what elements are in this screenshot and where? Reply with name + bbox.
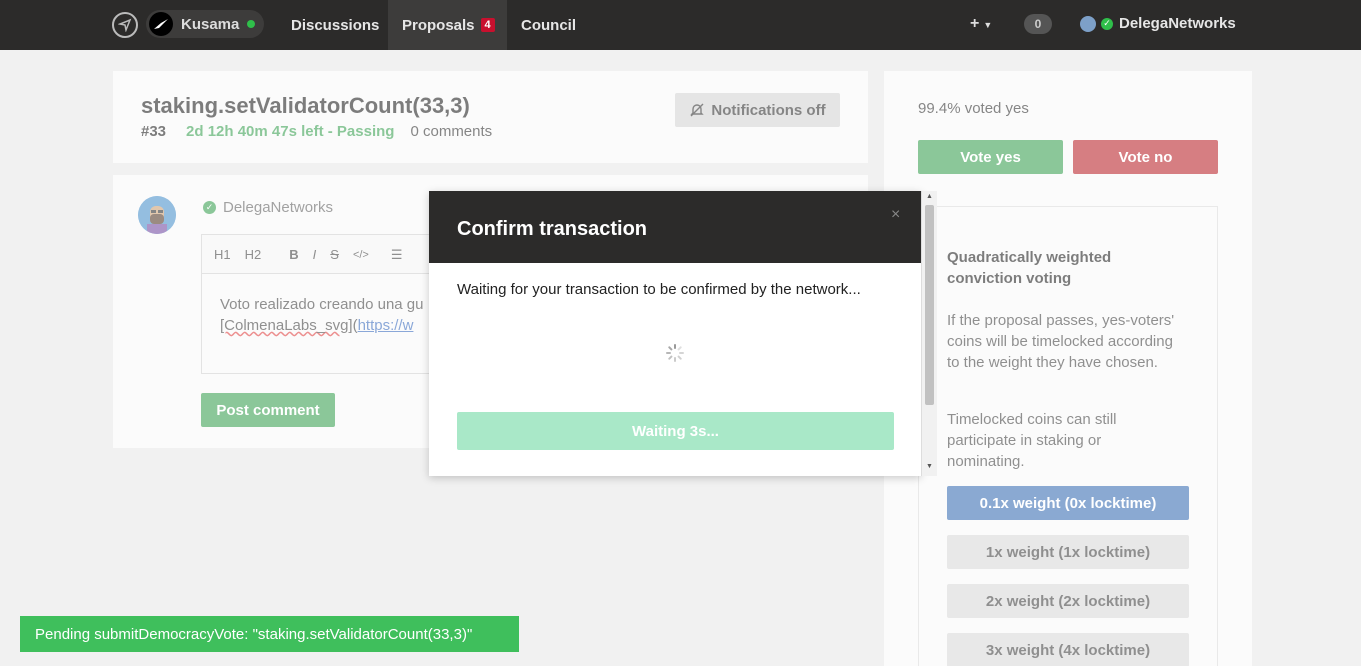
user-avatar <box>1080 15 1096 32</box>
nav-proposals-label: Proposals <box>402 16 475 34</box>
confirm-transaction-modal: Confirm transaction × Waiting for your t… <box>429 191 921 476</box>
close-icon[interactable]: × <box>891 206 900 224</box>
user-menu[interactable]: ✓ DelegaNetworks <box>1080 15 1236 32</box>
nav-discussions-label: Discussions <box>291 16 380 34</box>
modal-title: Confirm transaction <box>457 218 648 240</box>
new-item-menu[interactable]: + ▼ <box>970 15 992 33</box>
top-navbar: Kusama Discussions Proposals 4 Council +… <box>0 0 1361 50</box>
nav-council-label: Council <box>521 16 576 34</box>
chain-selector[interactable]: Kusama <box>146 10 264 38</box>
notification-count[interactable]: 0 <box>1024 14 1052 34</box>
modal-header: Confirm transaction × <box>429 191 921 263</box>
loading-spinner-icon <box>666 344 684 362</box>
nav-discussions[interactable]: Discussions <box>277 0 393 50</box>
verified-check-icon: ✓ <box>1101 17 1113 30</box>
compass-icon[interactable] <box>112 12 138 38</box>
chevron-down-icon: ▼ <box>983 20 993 30</box>
pending-toast: Pending submitDemocracyVote: "staking.se… <box>20 616 519 652</box>
connection-status-icon <box>247 20 256 28</box>
modal-scrollbar[interactable]: ▲ ▼ <box>921 191 937 476</box>
nav-council[interactable]: Council <box>507 0 590 50</box>
scroll-up-icon[interactable]: ▲ <box>926 193 933 200</box>
kusama-logo-icon <box>149 12 173 36</box>
waiting-button: Waiting 3s... <box>457 412 894 450</box>
modal-message: Waiting for your transaction to be confi… <box>457 281 861 298</box>
username: DelegaNetworks <box>1119 15 1236 32</box>
scroll-down-icon[interactable]: ▼ <box>926 463 933 470</box>
nav-proposals[interactable]: Proposals 4 <box>388 0 507 50</box>
plus-icon: + <box>970 15 980 32</box>
scrollbar-thumb[interactable] <box>925 205 934 405</box>
proposals-badge: 4 <box>480 18 495 32</box>
chain-name: Kusama <box>181 15 240 33</box>
